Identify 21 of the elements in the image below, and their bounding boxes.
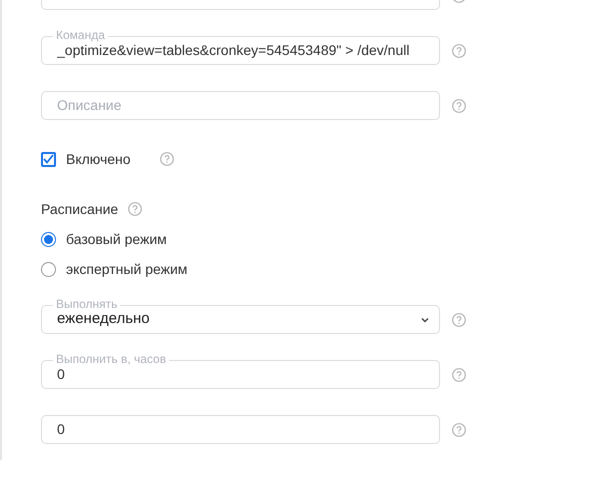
input-field[interactable]: 0 (41, 415, 440, 444)
help-icon[interactable] (128, 202, 142, 216)
help-icon[interactable] (452, 422, 466, 436)
radio-button[interactable] (41, 232, 56, 246)
help-icon[interactable] (452, 312, 466, 326)
help-icon[interactable] (452, 368, 466, 382)
radio-button[interactable] (41, 262, 56, 276)
radio-label: экспертный режим (66, 260, 188, 279)
field-placeholder: Описание (57, 96, 122, 115)
help-icon[interactable] (452, 44, 466, 58)
help-icon[interactable] (160, 152, 174, 166)
radio-label: базовый режим (66, 230, 167, 249)
field-value: 0 (57, 365, 66, 384)
field-value: еженедельно (57, 309, 151, 330)
chevron-down-icon (421, 316, 429, 322)
section-heading: Расписание (41, 200, 118, 218)
field-value: 0 (57, 420, 66, 439)
checkbox[interactable] (41, 152, 56, 166)
checkbox-label: Включено (66, 150, 131, 168)
help-icon[interactable] (452, 98, 466, 112)
field-value: _optimize&view=tables&cronkey=545453489" > /dev/null (57, 42, 410, 60)
